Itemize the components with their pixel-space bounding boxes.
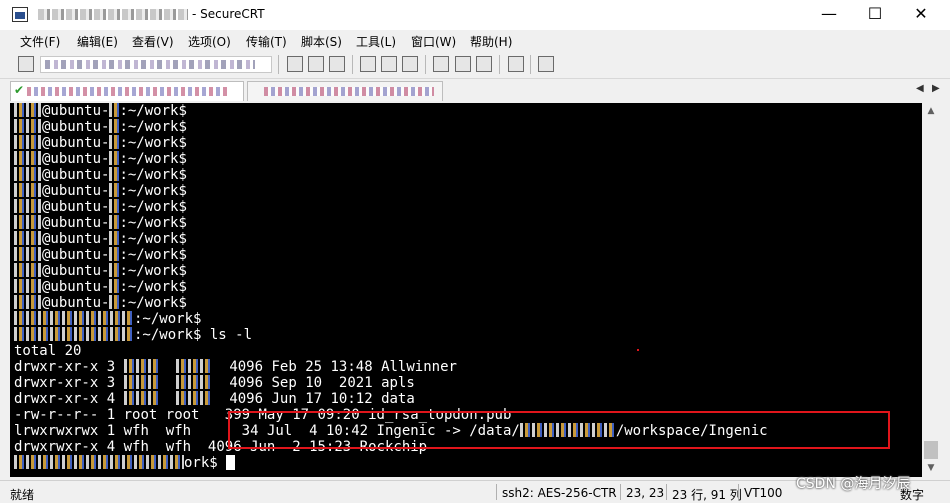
copy-icon[interactable] — [287, 56, 303, 72]
window-title: - SecureCRT — [38, 7, 265, 21]
toolbar-separator — [352, 55, 353, 74]
redacted-tab-title — [27, 87, 227, 96]
ls-command-line: :~/work$ ls -l — [14, 327, 768, 343]
ls-entry: drwxr-xr-x 4 4096 Jun 17 10:12 data — [14, 391, 415, 407]
menu-view[interactable]: 查看(V) — [132, 33, 174, 50]
session-options-icon[interactable] — [433, 56, 449, 72]
red-marker-dot — [637, 349, 639, 351]
session-tab-active[interactable]: ✔ — [10, 81, 244, 101]
prompt-line: @ubuntu-:~/work$ — [14, 103, 768, 119]
prompt-line: @ubuntu-:~/work$ — [14, 119, 768, 135]
redacted-session-name — [38, 9, 188, 20]
toolbar — [0, 52, 950, 79]
status-terminal-type: VT100 — [744, 486, 783, 500]
title-bar: - SecureCRT — ☐ ✕ — [0, 0, 950, 30]
prompt-line: @ubuntu-:~/work$ — [14, 199, 768, 215]
ls-entry: drwxr-xr-x 3 4096 Feb 25 13:48 Allwinner — [14, 359, 457, 375]
securecrt-app-icon[interactable] — [12, 7, 28, 22]
tab-scroll-left-icon[interactable]: ◀ — [916, 83, 924, 94]
status-ready: 就绪 — [10, 488, 35, 502]
menu-transfer[interactable]: 传输(T) — [246, 33, 287, 50]
status-size: 23 行, 91 列 — [672, 488, 742, 502]
status-separator — [666, 484, 667, 500]
prompt-line: @ubuntu-:~/work$ — [14, 279, 768, 295]
close-button[interactable]: ✕ — [898, 0, 944, 30]
scroll-up-icon[interactable]: ▲ — [922, 103, 940, 120]
sftp-icon[interactable] — [538, 56, 554, 72]
find-icon[interactable] — [329, 56, 345, 72]
menu-edit[interactable]: 编辑(E) — [77, 33, 118, 50]
prompt-line: @ubuntu-:~/work$ — [14, 135, 768, 151]
prompt-line: @ubuntu-:~/work$ — [14, 215, 768, 231]
menu-file[interactable]: 文件(F) — [20, 33, 60, 50]
prompt-line: @ubuntu-:~/work$ — [14, 231, 768, 247]
status-separator — [738, 484, 739, 500]
status-separator — [496, 484, 497, 500]
print-screen-icon[interactable] — [402, 56, 418, 72]
print-selection-icon[interactable] — [381, 56, 397, 72]
key-icon[interactable] — [476, 56, 492, 72]
quick-connect-address[interactable] — [40, 56, 272, 73]
toolbar-separator — [530, 55, 531, 74]
toolbar-separator — [278, 55, 279, 74]
menu-window[interactable]: 窗口(W) — [411, 33, 456, 50]
tab-scroll-right-icon[interactable]: ▶ — [932, 83, 940, 94]
global-options-icon[interactable] — [455, 56, 471, 72]
toolbar-separator — [499, 55, 500, 74]
status-cipher: ssh2: AES-256-CTR — [502, 486, 617, 500]
session-tab-inactive[interactable] — [247, 81, 443, 101]
prompt-line: @ubuntu-:~/work$ — [14, 183, 768, 199]
print-icon[interactable] — [360, 56, 376, 72]
connected-check-icon: ✔ — [14, 83, 25, 97]
terminal-cursor — [226, 455, 236, 470]
csdn-watermark: CSDN @海月汐辰 — [796, 476, 911, 492]
current-prompt-line: ork$ — [14, 455, 768, 471]
menu-help[interactable]: 帮助(H) — [470, 33, 512, 50]
ls-entry: drwxr-xr-x 3 4096 Sep 10 2021 apls — [14, 375, 415, 391]
minimize-button[interactable]: — — [806, 0, 852, 30]
terminal-scrollbar[interactable]: ▲ ▼ — [922, 103, 940, 477]
maximize-button[interactable]: ☐ — [852, 0, 898, 30]
connect-icon[interactable] — [18, 56, 34, 72]
status-separator — [620, 484, 621, 500]
ls-total-line: total 20 — [14, 343, 82, 359]
prompt-line: @ubuntu-:~/work$ — [14, 263, 768, 279]
scrollbar-thumb[interactable] — [924, 441, 938, 459]
status-cursor-position: 23, 23 — [626, 486, 665, 500]
prompt-line: :~/work$ — [14, 311, 768, 327]
scroll-down-icon[interactable]: ▼ — [922, 460, 940, 477]
prompt-line: @ubuntu-:~/work$ — [14, 295, 768, 311]
menu-options[interactable]: 选项(O) — [188, 33, 231, 50]
prompt-line: @ubuntu-:~/work$ — [14, 247, 768, 263]
prompt-line: @ubuntu-:~/work$ — [14, 151, 768, 167]
toolbar-separator — [425, 55, 426, 74]
menu-script[interactable]: 脚本(S) — [301, 33, 342, 50]
help-icon[interactable] — [508, 56, 524, 72]
paste-icon[interactable] — [308, 56, 324, 72]
prompt-line: @ubuntu-:~/work$ — [14, 167, 768, 183]
menu-tools[interactable]: 工具(L) — [356, 33, 396, 50]
symlink-highlight-box — [228, 411, 890, 449]
redacted-tab-title — [264, 87, 434, 96]
session-tab-bar: ✔ ◀ ▶ — [0, 79, 950, 103]
menu-bar: 文件(F) 编辑(E) 查看(V) 选项(O) 传输(T) 脚本(S) 工具(L… — [0, 30, 950, 52]
